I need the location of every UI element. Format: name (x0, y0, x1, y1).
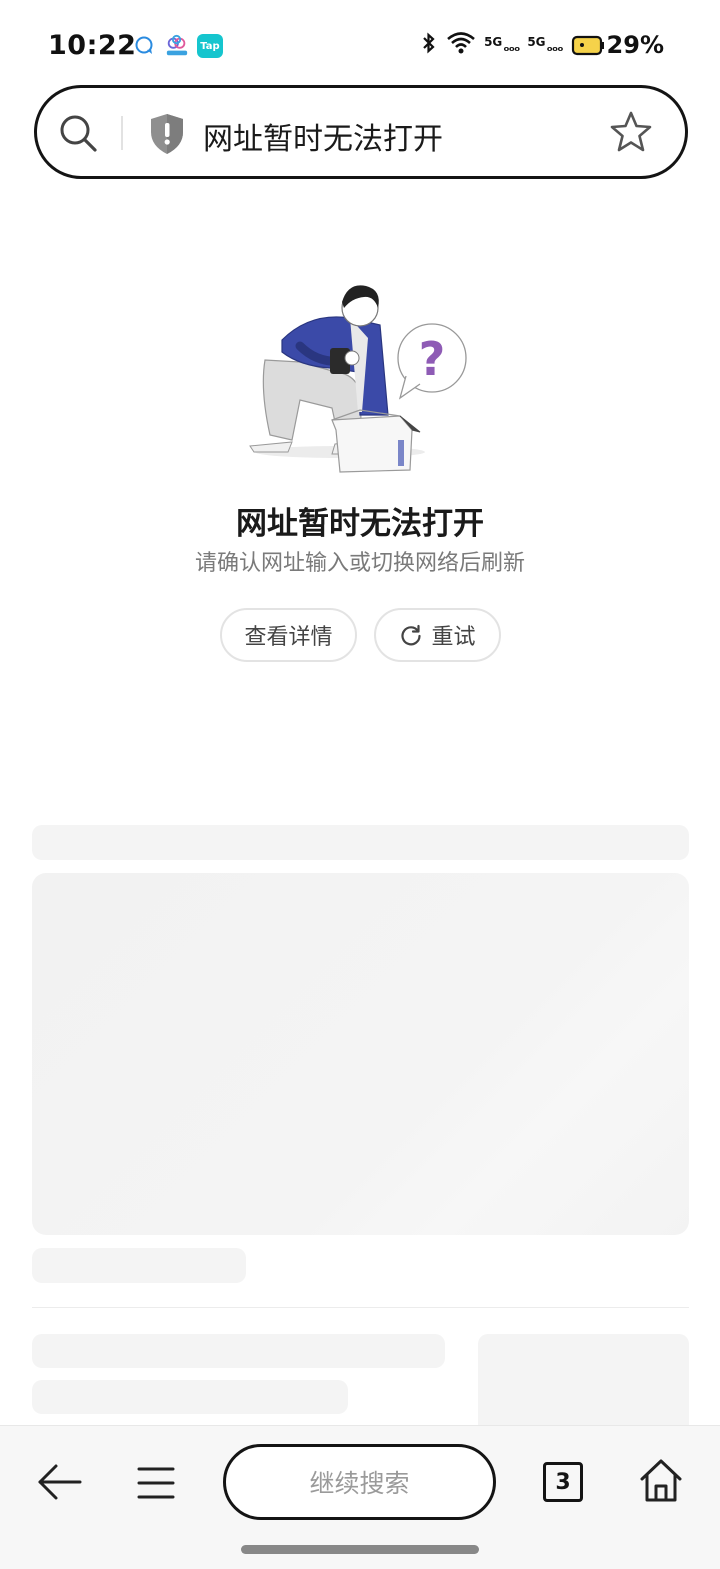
tab-count: 3 (555, 1469, 571, 1495)
bookmark-star-icon[interactable] (609, 110, 653, 154)
wifi-icon (446, 30, 476, 60)
address-divider (121, 116, 123, 150)
signal-5g-2: 5G ₒₒₒ (527, 35, 563, 55)
menu-icon[interactable] (136, 1464, 176, 1502)
signal-5g-1: 5G ₒₒₒ (484, 35, 520, 55)
battery-icon (571, 35, 604, 56)
skeleton-image-block (32, 873, 689, 1235)
continue-search-button[interactable]: 继续搜索 (223, 1444, 496, 1520)
tabs-button[interactable]: 3 (543, 1462, 583, 1502)
search-icon[interactable] (57, 112, 99, 154)
refresh-icon (401, 624, 422, 646)
back-arrow-icon[interactable] (36, 1460, 84, 1504)
error-illustration: ? (249, 285, 467, 473)
view-details-button[interactable]: 查看详情 (220, 608, 357, 662)
skeleton-line (32, 1380, 348, 1414)
cloud-app-icon (165, 34, 189, 58)
address-text[interactable]: 网址暂时无法打开 (203, 114, 443, 158)
skeleton-thumbnail (478, 1334, 689, 1434)
error-description: 请确认网址输入或切换网络后刷新 (194, 551, 525, 576)
signal-1-label: 5G (484, 35, 503, 49)
content-divider (32, 1307, 689, 1308)
chat-icon (133, 34, 157, 58)
home-indicator[interactable] (241, 1545, 479, 1554)
status-bar: 10:22 Tap 5G ₒₒₒ 5G ₒₒₒ 29% (0, 0, 720, 90)
system-icons: 5G ₒₒₒ 5G ₒₒₒ 29% (420, 30, 664, 60)
warning-shield-icon[interactable] (147, 112, 187, 156)
bluetooth-icon (420, 32, 438, 58)
home-icon[interactable] (638, 1457, 684, 1503)
retry-label: 重试 (431, 625, 476, 650)
battery: 29% (571, 31, 664, 59)
svg-text:?: ? (419, 332, 446, 386)
error-title: 网址暂时无法打开 (236, 506, 484, 542)
notification-icons: Tap (133, 34, 223, 58)
address-bar[interactable]: 网址暂时无法打开 (34, 85, 688, 179)
battery-percent: 29% (606, 31, 664, 59)
skeleton-line (32, 1248, 246, 1283)
signal-2-label: 5G (527, 35, 546, 49)
view-details-label: 查看详情 (244, 625, 333, 650)
continue-search-label: 继续搜索 (309, 1469, 410, 1498)
skeleton-line (32, 1334, 445, 1368)
tap-app-icon: Tap (197, 34, 223, 58)
status-time: 10:22 (48, 30, 137, 61)
retry-button[interactable]: 重试 (374, 608, 501, 662)
skeleton-line (32, 825, 689, 860)
